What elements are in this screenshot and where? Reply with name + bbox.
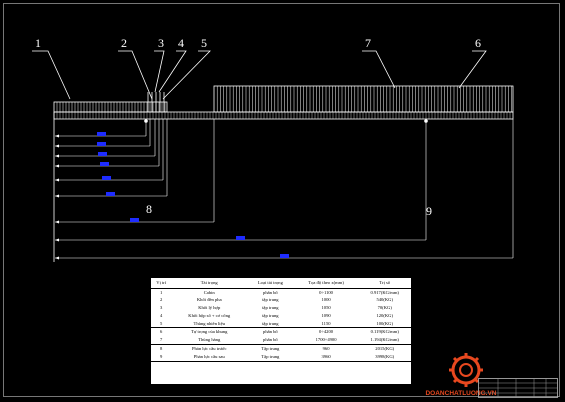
dim-arrowhead [55,194,59,198]
table-cell: 100(KG) [376,320,394,326]
table-cell: tập trung [262,320,279,326]
table-cell: Khối đèn pha [196,297,222,303]
table-cell: 3 [160,305,163,311]
dim-arrowhead [55,220,59,224]
table-row: 8 Phản lực cầu trước Tập trung 960 2015(KG) [151,344,411,353]
table-cell: 960 [293,344,359,353]
cargo-distributed-load [213,85,514,113]
table-header-row: Vị trí Tải trọng Loại tải trọng Tọa độ t… [151,278,411,289]
table-cell: 1150 [321,320,331,326]
table-cell: 5 [160,320,163,326]
callout-5: 5 [201,36,207,50]
dim-label [97,132,106,136]
dim-label [106,192,115,196]
table-cell: phân bố [263,337,278,343]
table-cell: 1050 [321,305,331,311]
table-row: 9 Phản lực cầu sau Tập trung 3960 3998(KG) [151,352,411,362]
table-row: 6 Tự trọng của khung phân bố 0÷4200 0.119(KG… [151,327,411,337]
table-cell: 1 [160,289,163,295]
table-cell: Phản lực cầu trước [171,344,248,353]
table-cell: phân bố [247,327,294,337]
callout-1: 1 [35,36,41,50]
table-cell: 7 [160,337,163,343]
dim-arrowhead [55,144,59,148]
table-cell: 6 [151,327,172,337]
table-cell: Khối lý hợp [198,305,221,311]
dim-arrowhead [55,256,59,260]
dim-arrowhead [55,238,59,242]
table-cell: 0.119(KG/mm) [358,327,411,337]
table-row: 2 Khối đèn pha tập trung 1000 540(KG) [151,296,411,304]
callout-3: 3 [158,36,164,50]
dim-label [130,218,139,222]
table-cell: 1090 [321,312,331,318]
table-cell: 1.194(KG/mm) [370,337,399,343]
table-cell: Phản lực cầu sau [171,352,248,362]
table-cell: 120(KG) [376,312,394,318]
table-cell: 0÷1100 [319,289,333,295]
table-row: 4 Khối hộp số + cơ cống tập trung 1090 120(K… [151,312,411,320]
table-cell: tập trung [262,297,279,303]
title-block [478,378,558,398]
dim-arrowhead [55,178,59,182]
table-cell: Tự trọng của khung [171,327,248,337]
dim-arrowhead [55,134,59,138]
support-reaction [144,119,148,123]
dim-label [102,176,111,180]
callout-6: 6 [475,36,481,50]
table-cell: tập trung [262,305,279,311]
table-cell: 3998(KG) [358,352,411,362]
load-table: Vị trí Tải trọng Loại tải trọng Tọa độ t… [151,278,411,384]
callout-9: 9 [426,204,432,218]
dim-label [100,162,109,166]
col-position: Vị trí [151,278,172,289]
table-cell: Thùng nhiên liệu [193,320,225,326]
table-cell: 8 [151,344,172,353]
callout-4: 4 [178,36,184,50]
cabin-distributed-load [53,101,168,113]
point-loads [144,92,428,123]
table-cell: Cabin [203,289,215,295]
col-load: Tải trọng [171,278,248,289]
support-reaction [424,119,428,123]
table-cell: 70(KG) [377,305,392,311]
table-cell: 4 [160,312,163,318]
dim-label [236,236,245,240]
table-cell: 2 [160,297,163,303]
drawing-sheet: 1 2 3 4 5 7 6 8 9 Vị trí Tải trọng Loại … [0,0,565,402]
col-load-type: Loại tải trọng [247,278,294,289]
table-cell: tập trung [262,312,279,318]
col-value: Trị số [358,278,411,289]
dim-label [98,152,107,156]
table-row: 3 Khối lý hợp tập trung 1050 70(KG) [151,304,411,312]
callout-8: 8 [146,202,152,216]
table-row: 5 Thùng nhiên liệu tập trung 1150 100(KG) [151,320,411,328]
callout-2: 2 [121,36,127,50]
table-cell: 9 [151,352,172,362]
table-cell: 0.917(KG/mm) [370,289,399,295]
table-cell: 1000 [321,297,331,303]
table-cell: Tập trung [247,344,294,353]
table-cell: 0÷4200 [293,327,359,337]
dim-label [280,254,289,258]
callout-7: 7 [365,36,371,50]
dim-arrowhead [55,154,59,158]
table-cell: 3960 [293,352,359,362]
table-cell: 2015(KG) [358,344,411,353]
table-row: 1 Cabin phân bố 0÷1100 0.917(KG/mm) [151,288,411,296]
dimension-lines [53,112,514,262]
table-row: 7 Thùng hàng phân bố 1700÷4900 1.194(KG/mm) [151,336,411,344]
table-cell: Thùng hàng [198,337,221,343]
frame-beam [53,111,514,120]
table-cell: Khối hộp số + cơ cống [188,312,231,318]
table-cell: 540(KG) [376,297,394,303]
col-coordinate: Tọa độ theo x(mm) [293,278,359,289]
table-cell: 1700÷4900 [315,337,337,343]
dimension-labels [97,132,289,258]
table-cell: Tập trung [247,352,294,362]
table-cell: phân bố [263,289,278,295]
dim-arrowhead [55,164,59,168]
dim-label [97,142,106,146]
